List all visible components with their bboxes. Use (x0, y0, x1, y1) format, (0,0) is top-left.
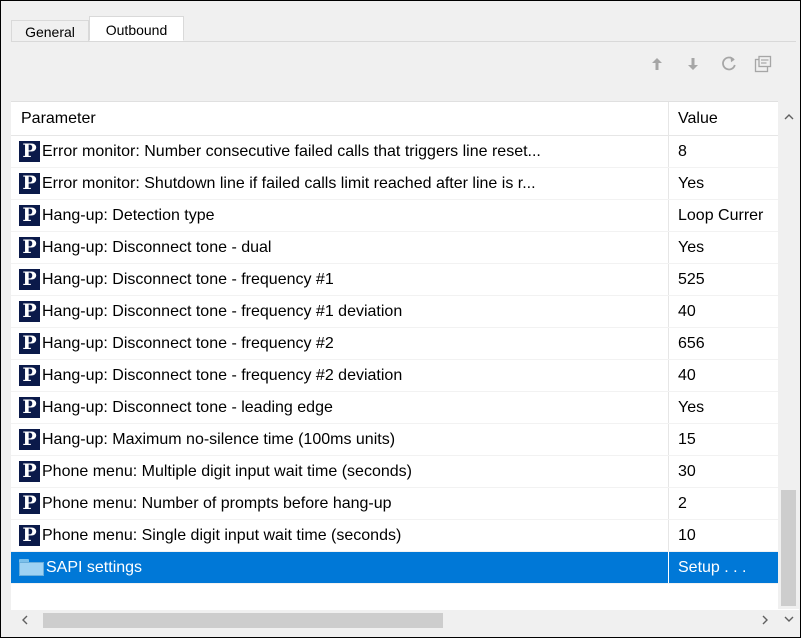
value-cell[interactable]: Loop Currer (669, 200, 778, 231)
parameter-cell[interactable]: P Hang-up: Disconnect tone - frequency #1… (11, 296, 669, 327)
parameter-grid[interactable]: Parameter Value P Error monitor: Number c… (11, 101, 799, 610)
grid-rows: P Error monitor: Number consecutive faile… (11, 136, 778, 584)
parameter-p-icon: P (19, 429, 40, 450)
parameter-name: Hang-up: Disconnect tone - frequency #1 … (42, 302, 403, 320)
parameter-name: Phone menu: Multiple digit input wait ti… (42, 462, 412, 480)
parameter-cell[interactable]: P Hang-up: Disconnect tone - frequency #2 (11, 328, 669, 359)
value-cell[interactable]: Setup . . . (669, 552, 778, 583)
scroll-down-icon[interactable] (778, 608, 799, 629)
parameter-name: Phone menu: Single digit input wait time… (42, 526, 402, 544)
parameter-cell[interactable]: P Hang-up: Disconnect tone - frequency #1 (11, 264, 669, 295)
tab-general[interactable]: General (11, 20, 89, 41)
value-cell[interactable]: 40 (669, 360, 778, 391)
table-row[interactable]: P Error monitor: Number consecutive faile… (11, 136, 778, 168)
parameter-cell[interactable]: P Hang-up: Maximum no-silence time (100ms… (11, 424, 669, 455)
parameter-name: Hang-up: Maximum no-silence time (100ms … (42, 430, 396, 448)
table-row[interactable]: P Phone menu: Multiple digit input wait t… (11, 456, 778, 488)
tab-outbound[interactable]: Outbound (89, 16, 184, 41)
table-row[interactable]: P Phone menu: Number of prompts before ha… (11, 488, 778, 520)
value-cell[interactable]: Yes (669, 168, 778, 199)
folder-icon (19, 559, 44, 576)
table-row[interactable]: P Hang-up: Disconnect tone - dual Yes (11, 232, 778, 264)
value-cell[interactable]: 8 (669, 136, 778, 167)
value-cell[interactable]: Yes (669, 232, 778, 263)
parameter-p-icon: P (19, 461, 40, 482)
properties-icon[interactable] (751, 52, 775, 76)
scroll-right-icon[interactable] (755, 610, 776, 631)
parameter-cell[interactable]: P Phone menu: Number of prompts before ha… (11, 488, 669, 519)
parameter-cell[interactable]: P Hang-up: Detection type (11, 200, 669, 231)
parameter-cell[interactable]: P Error monitor: Number consecutive faile… (11, 136, 669, 167)
value-cell[interactable]: 656 (669, 328, 778, 359)
parameter-name: Hang-up: Disconnect tone - frequency #1 (42, 270, 334, 288)
parameter-cell[interactable]: SAPI settings (11, 552, 669, 583)
scroll-up-icon[interactable] (778, 105, 799, 126)
parameter-p-icon: P (19, 205, 40, 226)
value-cell[interactable]: Yes (669, 392, 778, 423)
parameter-p-icon: P (19, 237, 40, 258)
table-row[interactable]: P Hang-up: Disconnect tone - frequency #1… (11, 264, 778, 296)
value-cell[interactable]: 525 (669, 264, 778, 295)
table-row[interactable]: P Hang-up: Detection type Loop Currer (11, 200, 778, 232)
parameter-cell[interactable]: P Phone menu: Single digit input wait tim… (11, 520, 669, 551)
parameter-name: Hang-up: Disconnect tone - frequency #2 (42, 334, 334, 352)
arrow-down-icon[interactable] (681, 52, 705, 76)
column-header-parameter[interactable]: Parameter (11, 102, 669, 135)
parameter-cell[interactable]: P Hang-up: Disconnect tone - frequency #2… (11, 360, 669, 391)
vertical-scrollbar[interactable] (778, 101, 799, 622)
parameter-cell[interactable]: P Hang-up: Disconnect tone - dual (11, 232, 669, 263)
parameter-name: SAPI settings (46, 558, 143, 576)
table-row[interactable]: P Error monitor: Shutdown line if failed … (11, 168, 778, 200)
window-frame: General Outbound Parameter Value P Error … (0, 0, 801, 638)
parameter-name: Error monitor: Shutdown line if failed c… (42, 174, 536, 192)
value-cell[interactable]: 30 (669, 456, 778, 487)
column-header-value[interactable]: Value (669, 102, 778, 135)
value-cell[interactable]: 40 (669, 296, 778, 327)
parameter-p-icon: P (19, 301, 40, 322)
value-cell[interactable]: 2 (669, 488, 778, 519)
tab-outbound-label: Outbound (105, 22, 168, 38)
parameter-cell[interactable]: P Phone menu: Multiple digit input wait t… (11, 456, 669, 487)
parameter-p-icon: P (19, 269, 40, 290)
table-row[interactable]: P Hang-up: Disconnect tone - frequency #2… (11, 360, 778, 392)
parameter-p-icon: P (19, 141, 40, 162)
tab-general-label: General (25, 24, 75, 40)
parameter-name: Phone menu: Number of prompts before han… (42, 494, 392, 512)
parameter-p-icon: P (19, 525, 40, 546)
table-row[interactable]: P Hang-up: Disconnect tone - frequency #1… (11, 296, 778, 328)
toolbar (11, 42, 799, 93)
value-cell[interactable]: 15 (669, 424, 778, 455)
arrow-up-icon[interactable] (645, 52, 669, 76)
tab-bar: General Outbound (11, 16, 796, 42)
parameter-p-icon: P (19, 493, 40, 514)
table-row[interactable]: P Hang-up: Maximum no-silence time (100ms… (11, 424, 778, 456)
table-row[interactable]: P Hang-up: Disconnect tone - leading edge… (11, 392, 778, 424)
table-row[interactable]: P Hang-up: Disconnect tone - frequency #2… (11, 328, 778, 360)
parameter-p-icon: P (19, 365, 40, 386)
parameter-p-icon: P (19, 397, 40, 418)
table-row[interactable]: SAPI settings Setup . . . (11, 552, 778, 584)
parameter-name: Hang-up: Disconnect tone - frequency #2 … (42, 366, 403, 384)
parameter-name: Hang-up: Disconnect tone - leading edge (42, 398, 333, 416)
parameter-cell[interactable]: P Error monitor: Shutdown line if failed … (11, 168, 669, 199)
parameter-name: Hang-up: Disconnect tone - dual (42, 238, 272, 256)
refresh-icon[interactable] (717, 52, 741, 76)
parameter-name: Error monitor: Number consecutive failed… (42, 142, 541, 160)
scroll-left-icon[interactable] (14, 610, 35, 631)
vertical-scroll-thumb[interactable] (781, 490, 796, 606)
value-cell[interactable]: 10 (669, 520, 778, 551)
parameter-p-icon: P (19, 333, 40, 354)
horizontal-scrollbar[interactable] (11, 610, 778, 631)
table-row[interactable]: P Phone menu: Single digit input wait tim… (11, 520, 778, 552)
horizontal-scroll-thumb[interactable] (43, 613, 443, 628)
grid-header: Parameter Value (11, 102, 778, 136)
parameter-cell[interactable]: P Hang-up: Disconnect tone - leading edge (11, 392, 669, 423)
parameter-p-icon: P (19, 173, 40, 194)
parameter-name: Hang-up: Detection type (42, 206, 215, 224)
